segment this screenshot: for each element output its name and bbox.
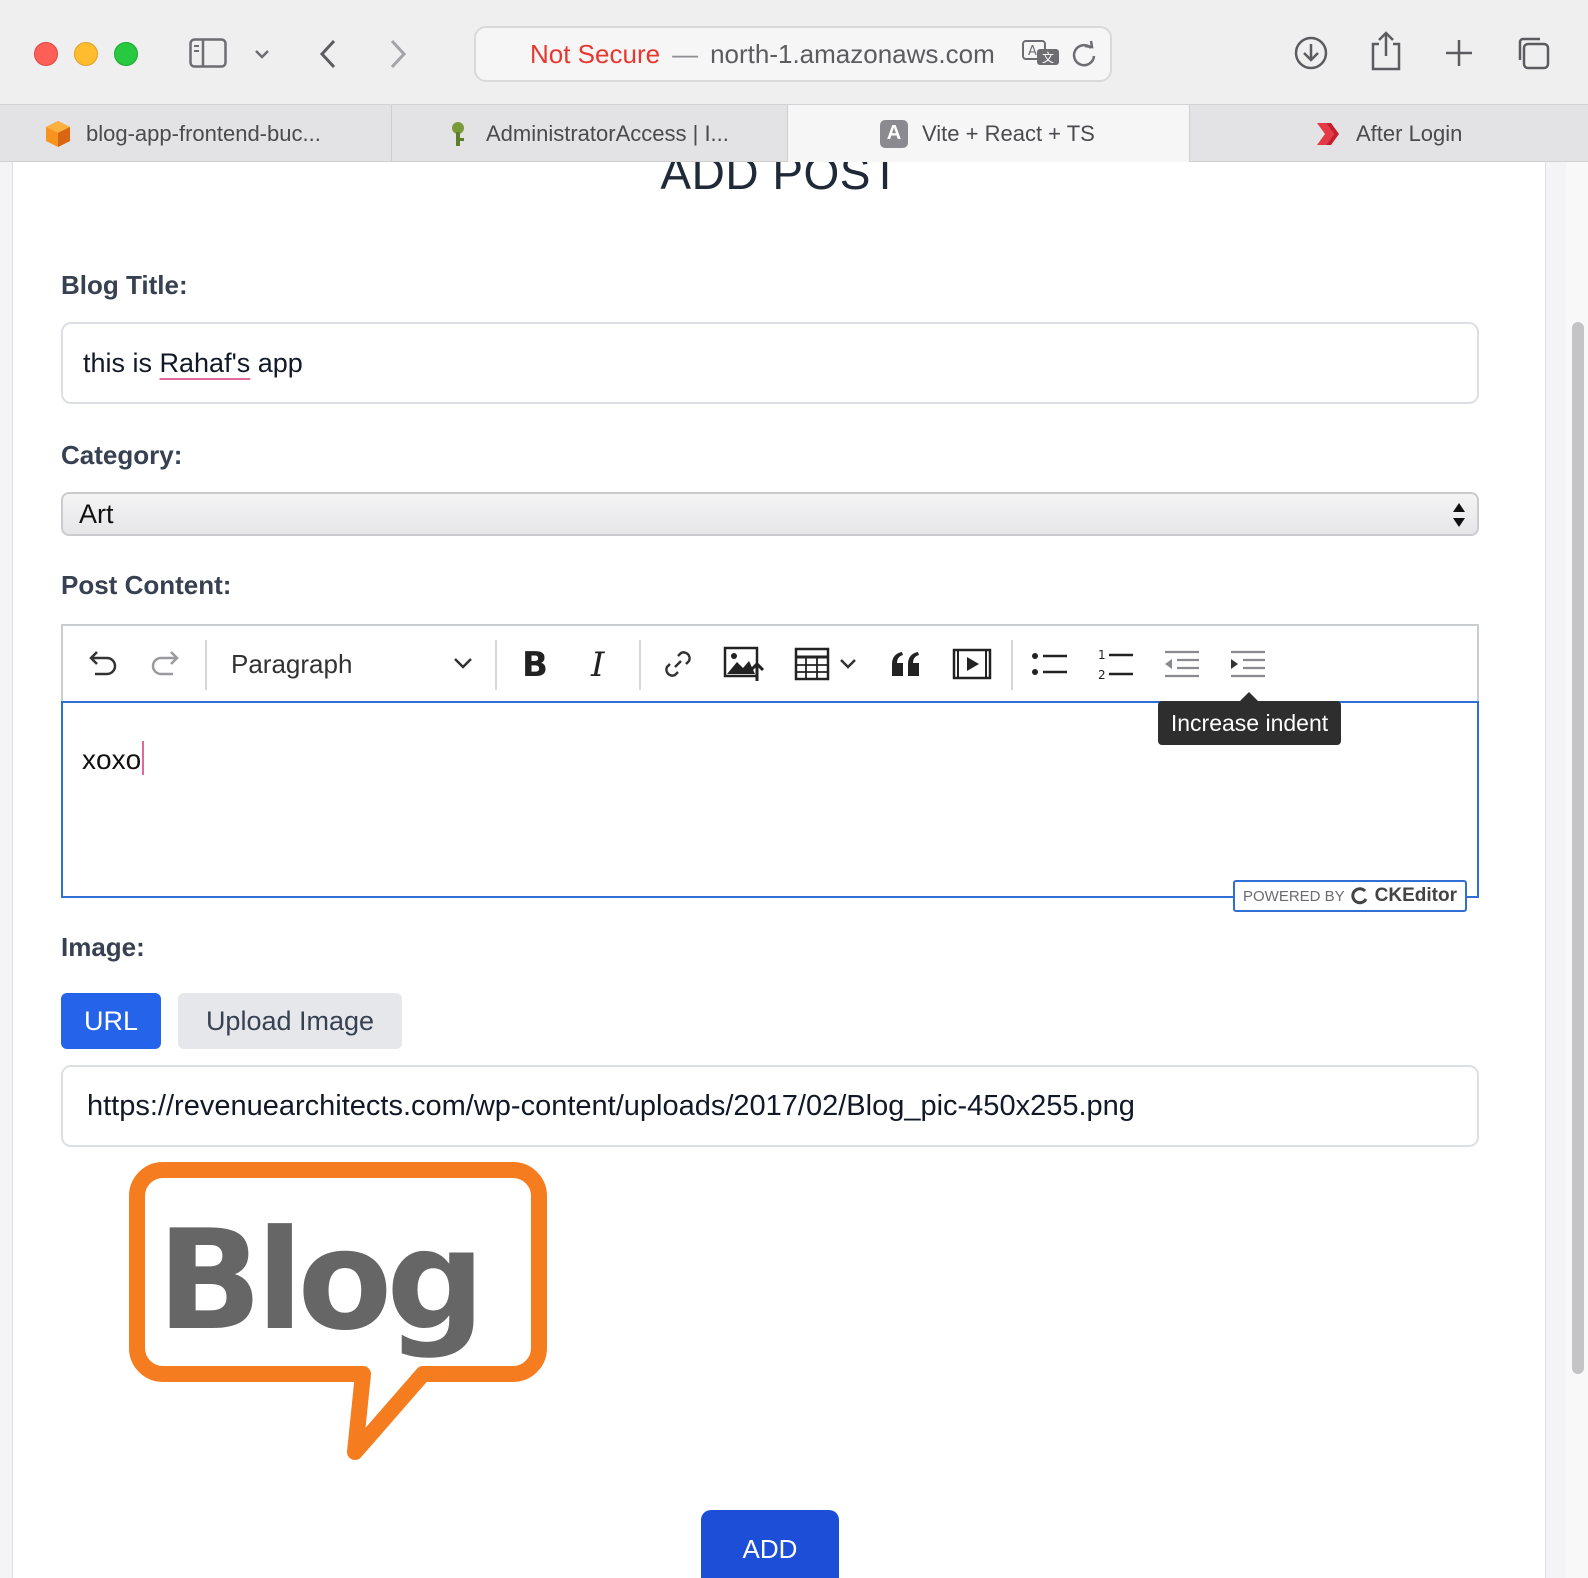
svg-text:1: 1 — [1098, 648, 1106, 662]
insert-image-icon[interactable] — [717, 638, 771, 690]
powered-by-label: POWERED BY — [1242, 887, 1345, 905]
translate-icon[interactable]: A文 — [1020, 38, 1062, 70]
undo-icon[interactable] — [77, 638, 125, 690]
image-url-input[interactable]: https://revenuearchitects.com/wp-content… — [61, 1065, 1479, 1147]
browser-toolbar: Not Secure — north-1.amazonaws.com A文 — [0, 0, 1588, 105]
toolbar-separator — [495, 640, 497, 690]
minimize-window-button[interactable] — [74, 42, 98, 66]
tab-after-login[interactable]: After Login — [1190, 105, 1588, 162]
tab-label: blog-app-frontend-buc... — [86, 120, 321, 146]
page-viewport: ADD POST Blog Title: this is Rahaf's app… — [0, 162, 1588, 1578]
ckeditor-brand: CKEditor — [1374, 885, 1457, 906]
numbered-list-icon[interactable]: 12 — [1091, 638, 1141, 690]
redo-icon[interactable] — [143, 638, 191, 690]
tab-overview-icon[interactable] — [1514, 34, 1552, 72]
key-icon — [452, 121, 464, 146]
ckeditor-badge[interactable]: POWERED BY CKEditor — [1233, 880, 1467, 912]
chevron-down-icon[interactable] — [252, 44, 272, 64]
blog-image-word: Blog — [157, 1200, 479, 1361]
svg-text:2: 2 — [1098, 668, 1106, 681]
tab-administrator-access[interactable]: AdministratorAccess | I... — [392, 105, 788, 162]
url-tab-button[interactable]: URL — [61, 993, 161, 1049]
svg-text:文: 文 — [1042, 50, 1054, 65]
outdent-icon[interactable] — [1157, 638, 1207, 690]
forward-arrow-icon[interactable] — [386, 38, 410, 70]
blog-image-preview: Blog — [123, 1152, 553, 1472]
media-embed-icon[interactable] — [947, 638, 997, 690]
not-secure-label: Not Secure — [530, 38, 661, 69]
zoom-window-button[interactable] — [114, 42, 138, 66]
blog-title-label: Blog Title: — [61, 270, 188, 300]
back-arrow-icon[interactable] — [316, 38, 340, 70]
category-select[interactable]: Art — [61, 492, 1479, 536]
heading-dropdown[interactable]: Paragraph — [231, 638, 473, 690]
bold-icon[interactable]: B — [509, 638, 559, 690]
toolbar-separator — [639, 640, 641, 690]
ckeditor-logo-icon — [1351, 887, 1367, 905]
link-icon[interactable] — [653, 638, 703, 690]
close-window-button[interactable] — [34, 42, 58, 66]
blog-title-value-prefix: this is — [83, 347, 160, 378]
spellcheck-word: Rahaf's — [159, 347, 251, 378]
scrollbar-thumb[interactable] — [1572, 322, 1584, 1374]
block-quote-icon[interactable] — [881, 638, 931, 690]
upload-image-tab-button[interactable]: Upload Image — [178, 993, 402, 1049]
svg-text:I: I — [590, 647, 605, 681]
editor-toolbar: Paragraph B I 1 2 — [61, 624, 1479, 702]
address-bar[interactable]: Not Secure — north-1.amazonaws.com — [474, 26, 1112, 82]
share-icon[interactable] — [1368, 30, 1404, 72]
category-selected-value: Art — [79, 498, 114, 529]
indent-icon[interactable] — [1223, 638, 1273, 690]
chevron-down-icon[interactable] — [837, 638, 859, 690]
new-tab-plus-icon[interactable] — [1442, 36, 1476, 70]
category-label: Category: — [61, 440, 183, 470]
insert-table-icon[interactable] — [789, 638, 835, 690]
image-url-value: https://revenuearchitects.com/wp-content… — [87, 1089, 1135, 1122]
tab-bar: blog-app-frontend-buc... AdministratorAc… — [0, 105, 1588, 162]
blog-title-value-suffix: app — [250, 347, 303, 378]
select-arrows-icon — [1453, 503, 1465, 527]
tab-label: After Login — [1356, 120, 1463, 146]
editor-text: xoxo — [82, 741, 145, 776]
tab-label: AdministratorAccess | I... — [486, 120, 729, 146]
aws-s3-cube-icon — [46, 120, 70, 147]
editor-paragraph: xoxo — [82, 744, 142, 775]
increase-indent-tooltip: Increase indent — [1158, 692, 1341, 745]
svg-text:B: B — [522, 647, 548, 681]
tab-vite-react-ts[interactable]: A Vite + React + TS — [788, 105, 1190, 162]
address-separator: — — [672, 38, 699, 69]
bulleted-list-icon[interactable] — [1025, 638, 1075, 690]
tab-label: Vite + React + TS — [922, 120, 1095, 146]
add-post-card: ADD POST Blog Title: this is Rahaf's app… — [12, 162, 1546, 1578]
tab-blog-app-frontend[interactable]: blog-app-frontend-buc... — [0, 105, 392, 162]
double-chevron-icon — [1317, 122, 1339, 145]
image-label: Image: — [61, 932, 145, 962]
add-post-button[interactable]: ADD — [701, 1510, 839, 1578]
reload-icon[interactable] — [1070, 38, 1098, 70]
downloads-icon[interactable] — [1292, 34, 1330, 72]
page-title: ADD POST — [660, 162, 900, 199]
letter-a-icon: A — [880, 119, 908, 148]
page-scrollbar[interactable] — [1566, 162, 1588, 1578]
heading-dropdown-label: Paragraph — [231, 648, 353, 679]
sidebar-toggle-icon[interactable] — [188, 36, 228, 70]
toolbar-separator — [205, 640, 207, 690]
toolbar-separator — [1011, 640, 1013, 690]
chevron-down-icon — [454, 658, 472, 669]
address-host: north-1.amazonaws.com — [710, 38, 995, 69]
text-caret — [142, 741, 145, 775]
svg-text:A: A — [1028, 44, 1037, 59]
blog-title-input[interactable]: this is Rahaf's app — [61, 322, 1479, 404]
italic-icon[interactable]: I — [575, 638, 625, 690]
rich-text-editor: Paragraph B I 1 2 xoxo POWERED BY CKEdit… — [61, 624, 1479, 912]
post-content-label: Post Content: — [61, 570, 232, 600]
